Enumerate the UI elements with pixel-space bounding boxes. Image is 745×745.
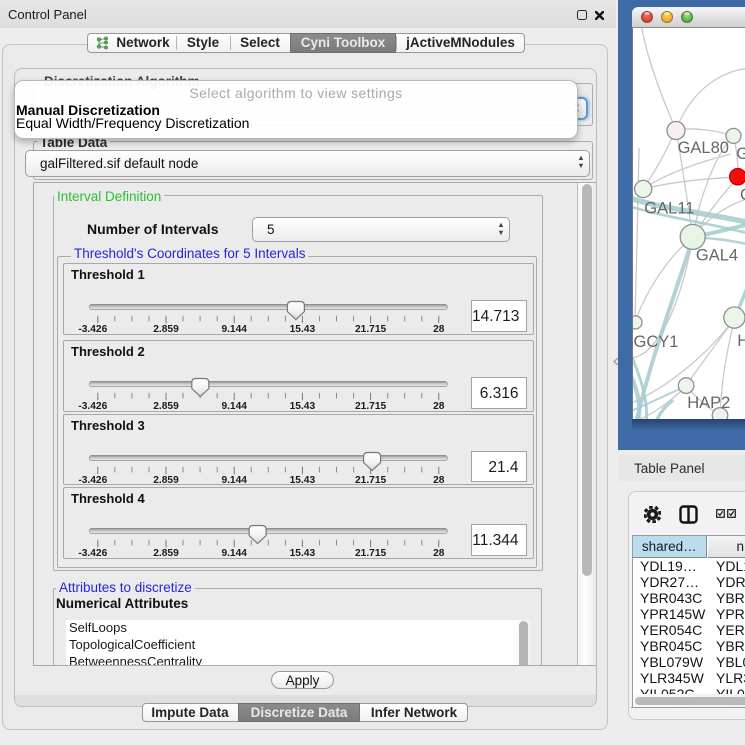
svg-text:GAL80: GAL80 <box>678 139 729 157</box>
svg-text:GAL4: GAL4 <box>696 247 738 265</box>
svg-text:-3.426: -3.426 <box>78 548 107 559</box>
svg-text:21.715: 21.715 <box>355 475 386 486</box>
svg-text:GCY1: GCY1 <box>634 333 679 351</box>
svg-text:21.715: 21.715 <box>355 324 386 335</box>
svg-text:21.715: 21.715 <box>355 401 386 412</box>
svg-text:GAL11: GAL11 <box>644 200 694 218</box>
svg-text:-3.426: -3.426 <box>78 324 107 335</box>
svg-text:21.715: 21.715 <box>355 548 386 559</box>
svg-text:2.859: 2.859 <box>153 324 179 335</box>
svg-text:15.43: 15.43 <box>290 475 316 486</box>
svg-text:2.859: 2.859 <box>153 475 179 486</box>
svg-text:-3.426: -3.426 <box>78 401 107 412</box>
svg-text:15.43: 15.43 <box>290 324 316 335</box>
svg-text:9.144: 9.144 <box>221 548 247 559</box>
svg-text:HAP2: HAP2 <box>687 394 730 412</box>
svg-text:GA: GA <box>736 145 745 163</box>
svg-text:28: 28 <box>433 548 445 559</box>
svg-text:28: 28 <box>433 475 445 486</box>
svg-text:15.43: 15.43 <box>290 548 316 559</box>
svg-text:9.144: 9.144 <box>221 475 247 486</box>
svg-text:2.859: 2.859 <box>153 548 179 559</box>
svg-text:15.43: 15.43 <box>290 401 316 412</box>
svg-text:28: 28 <box>433 324 445 335</box>
svg-text:9.144: 9.144 <box>221 401 247 412</box>
svg-text:28: 28 <box>433 401 445 412</box>
svg-text:C: C <box>740 186 745 204</box>
svg-text:9.144: 9.144 <box>221 324 247 335</box>
svg-text:H: H <box>737 332 745 350</box>
svg-text:-3.426: -3.426 <box>78 475 107 486</box>
svg-text:2.859: 2.859 <box>153 401 179 412</box>
